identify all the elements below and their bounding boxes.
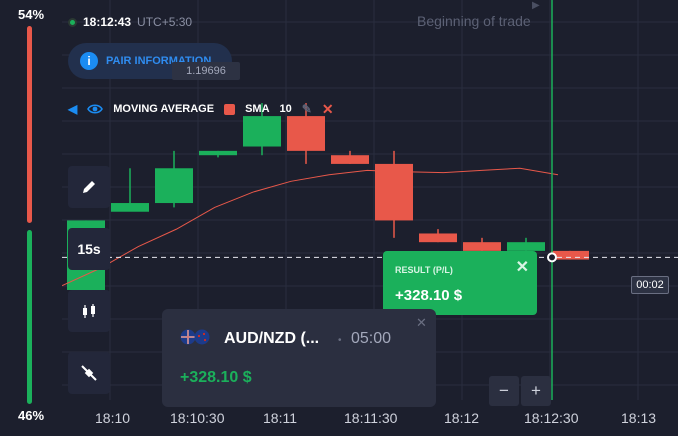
pencil-icon [83, 181, 95, 193]
time-tick-label: 18:13 [621, 410, 657, 426]
indicator-type: SMA [245, 103, 270, 115]
candle-body [375, 163, 413, 221]
play-arrow-icon: ▶ [532, 0, 540, 11]
signals-button[interactable] [68, 352, 110, 394]
indicator-period: 10 [279, 103, 292, 115]
candle-body [463, 242, 501, 251]
close-result-icon[interactable]: ✕ [516, 257, 529, 277]
trade-profit: +328.10 $ [180, 369, 252, 386]
indicator-color-swatch[interactable] [224, 103, 236, 115]
trade-pair: AUD/NZD (... [224, 330, 320, 347]
zoom-in-button[interactable]: + [521, 376, 551, 406]
sentiment-bottom-percent: 46% [17, 408, 45, 423]
price-marker: 1.19696 [172, 62, 240, 80]
result-popup: RESULT (P/L) ✕ +328.10 $ [383, 251, 537, 315]
candle-body [155, 168, 193, 204]
zoom-out-button[interactable]: − [489, 376, 519, 406]
trade-duration: 05:00 [351, 330, 392, 347]
time-tick-label: 18:12:30 [524, 410, 579, 426]
candles-icon [83, 304, 95, 318]
time-tick-label: 18:11:30 [344, 410, 398, 426]
expiry-timer: 00:02 [631, 276, 669, 294]
sentiment-sell-bar [27, 26, 32, 223]
eye-icon[interactable] [87, 101, 104, 117]
time-tick-label: 18:10 [95, 410, 131, 426]
candle-body [507, 242, 545, 251]
result-value: +328.10 $ [395, 287, 463, 304]
candle-body [419, 233, 457, 243]
info-icon: i [80, 52, 98, 70]
chart-type-button[interactable] [68, 290, 110, 332]
trade-card[interactable]: AUD/NZD (... • 05:00 ✕ +328.10 $ [162, 309, 436, 407]
satellite-icon [81, 365, 97, 381]
time-tick-label: 18:12 [444, 410, 480, 426]
timeframe-button[interactable]: 15s [68, 228, 110, 270]
collapse-arrow-icon[interactable]: ◀ [68, 102, 77, 116]
drawing-tool-button[interactable] [68, 166, 110, 208]
indicator-name: MOVING AVERAGE [113, 103, 215, 115]
sentiment-bar: 54% 46% [0, 0, 62, 436]
candle-body [331, 155, 369, 164]
close-card-icon[interactable]: ✕ [416, 315, 427, 331]
sentiment-top-percent: 54% [17, 7, 45, 22]
candle-body [111, 203, 149, 212]
beginning-of-trade-label: Beginning of trade [417, 13, 531, 29]
candle-body [199, 150, 237, 156]
result-label: RESULT (P/L) [395, 265, 453, 275]
sentiment-buy-bar [27, 230, 32, 404]
remove-indicator-icon[interactable]: ✕ [322, 101, 334, 118]
au-nz-flag-icon [180, 329, 210, 345]
server-time: 18:12:43 UTC+5:30 [68, 15, 192, 29]
time-value: 18:12:43 [83, 15, 132, 29]
edit-indicator-icon[interactable]: ✎ [302, 102, 312, 116]
live-dot-icon [68, 17, 77, 27]
separator-dot: • [338, 335, 342, 346]
timezone-label: UTC+5:30 [137, 15, 193, 29]
time-tick-label: 18:10:30 [170, 410, 225, 426]
entry-point [547, 252, 557, 263]
indicator-bar: ◀ MOVING AVERAGE SMA 10 ✎ ✕ [68, 95, 334, 123]
time-tick-label: 18:11 [263, 410, 297, 426]
